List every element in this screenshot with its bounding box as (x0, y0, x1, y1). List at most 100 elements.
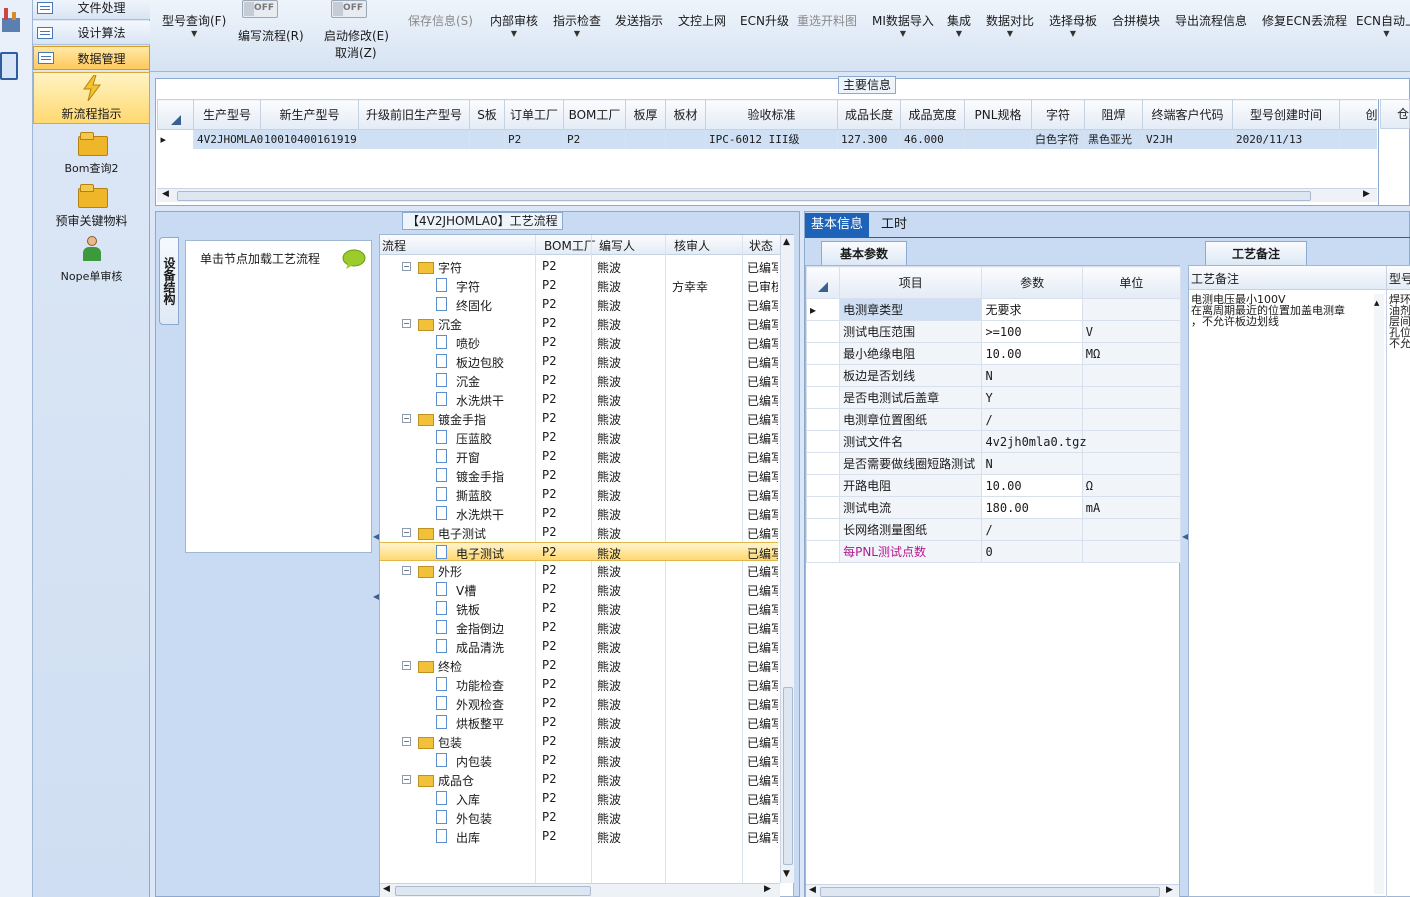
main-info-col-header[interactable]: 终端客户代码 (1142, 99, 1233, 130)
main-info-cell[interactable]: 黑色亚光 (1084, 129, 1143, 149)
param-row[interactable]: 最小绝缘电阻 10.00 MΩ (805, 342, 1182, 365)
main-info-col-header[interactable]: 成品宽度 (900, 99, 965, 130)
tree-group-row[interactable]: − 沉金 P2 熊波 已编写 (380, 314, 780, 333)
write-flow-toggle[interactable]: OFF (242, 0, 278, 18)
main-info-cell[interactable] (665, 129, 706, 149)
tree-leaf-row[interactable]: 压蓝胶 P2 熊波 已编写 (380, 428, 780, 447)
tree-group-row[interactable]: − 成品仓 P2 熊波 已编写 (380, 770, 780, 789)
main-info-cell[interactable] (964, 129, 1032, 149)
ecn-auto-button[interactable]: ECN自动上▼ (1356, 12, 1410, 39)
collapse-icon[interactable]: − (402, 661, 411, 670)
tree-leaf-row[interactable]: 功能检查 P2 熊波 已编写 (380, 675, 780, 694)
main-info-col-header[interactable]: 生产型号 (193, 99, 261, 130)
data-compare-button[interactable]: 数据对比 ▼ (986, 12, 1034, 39)
param-value[interactable]: 0 (981, 540, 1083, 563)
merge-module-button[interactable]: 合拼模块 (1112, 12, 1160, 29)
export-flow-button[interactable]: 导出流程信息 (1175, 12, 1247, 29)
start-modify-toggle[interactable]: OFF (331, 0, 367, 18)
tree-group-row[interactable]: − 电子测试 P2 熊波 已编写 (380, 523, 780, 542)
main-info-cell[interactable]: 白色字符 (1031, 129, 1085, 149)
row-selector-header[interactable] (157, 99, 194, 130)
tree-leaf-row[interactable]: 水洗烘干 P2 熊波 已编写 (380, 390, 780, 409)
param-value[interactable]: 10.00 (981, 342, 1083, 365)
main-info-col-header[interactable]: 字符 (1031, 99, 1085, 130)
nav-tab-data-management[interactable]: 数据管理 (33, 46, 150, 70)
scroll-left-icon[interactable]: ◀ (383, 884, 390, 894)
main-info-col-header[interactable]: 订单工厂 (504, 99, 564, 130)
main-info-cell[interactable]: 10010400161919 (260, 129, 359, 149)
nav-tab-file[interactable]: 文件处理 (33, 0, 150, 20)
main-info-cell[interactable]: P2 (504, 129, 564, 149)
tree-leaf-row[interactable]: 开窗 P2 熊波 已编写 (380, 447, 780, 466)
main-info-cell[interactable]: P2 (563, 129, 626, 149)
tree-leaf-row[interactable]: 成品清洗 P2 熊波 已编写 (380, 637, 780, 656)
table-row[interactable]: ▸ 4V2JHOMLA0 10010400161919 P2 P2 IPC-6012 I… (157, 129, 1377, 149)
param-row[interactable]: 测试电压范围 >=100 V (805, 320, 1182, 343)
notes-vscrollbar[interactable]: ▲ (1374, 294, 1384, 894)
collapse-icon[interactable]: − (402, 737, 411, 746)
tree-leaf-row[interactable]: 内包装 P2 熊波 已编写 (380, 751, 780, 770)
main-info-cell[interactable]: 46.000 (900, 129, 965, 149)
save-info-button[interactable]: 保存信息(S) (408, 12, 473, 29)
tree-leaf-row[interactable]: 烘板整平 P2 熊波 已编写 (380, 713, 780, 732)
tree-leaf-row[interactable]: 外包装 P2 熊波 已编写 (380, 808, 780, 827)
param-value[interactable]: 10.00 (981, 474, 1083, 497)
tab-basic-info[interactable]: 基本信息 (805, 213, 870, 237)
scroll-left-icon[interactable]: ◀ (162, 189, 169, 199)
select-master-button[interactable]: 选择母板 ▼ (1049, 12, 1097, 39)
param-value[interactable]: / (981, 408, 1083, 431)
main-info-cell[interactable] (469, 129, 505, 149)
param-row[interactable]: 电测章位置图纸 / (805, 408, 1182, 431)
row-selector-header[interactable] (805, 266, 841, 299)
main-info-col-header[interactable]: S板 (469, 99, 505, 130)
device-icon[interactable] (0, 52, 18, 80)
scroll-up-icon[interactable]: ▲ (783, 237, 790, 247)
param-row[interactable]: ▸ 电测章类型 无要求 (805, 298, 1182, 321)
tree-group-row[interactable]: − 终检 P2 熊波 已编写 (380, 656, 780, 675)
tab-equipment-structure[interactable]: 设备结构 (159, 237, 179, 325)
tree-leaf-row[interactable]: 金指倒边 P2 熊波 已编写 (380, 618, 780, 637)
tree-group-row[interactable]: − 包装 P2 熊波 已编写 (380, 732, 780, 751)
collapse-icon[interactable]: − (402, 528, 411, 537)
main-info-col-header[interactable]: 升级前旧生产型号 (358, 99, 470, 130)
process-note-text[interactable]: 电测电压最小100V 在离周期最近的位置加盖电测章 ，不允许板边划线 (1191, 294, 1371, 327)
tree-leaf-row[interactable]: 入库 P2 熊波 已编写 (380, 789, 780, 808)
doc-upload-button[interactable]: 文控上网 (678, 12, 726, 29)
repair-ecn-button[interactable]: 修复ECN丢流程 (1262, 12, 1347, 29)
reselect-cutting-button[interactable]: 重选开料图 (797, 12, 857, 29)
tab-process-notes[interactable]: 工艺备注 (1205, 241, 1308, 265)
tree-leaf-row[interactable]: 出库 P2 熊波 已编写 (380, 827, 780, 846)
param-row[interactable]: 开路电阻 10.00 Ω (805, 474, 1182, 497)
scroll-right-icon[interactable]: ▶ (1363, 189, 1370, 199)
tree-group-row[interactable]: − 外形 P2 熊波 已编写 (380, 561, 780, 580)
nav-item-new-flow[interactable]: 新流程指示 (33, 72, 150, 124)
tree-leaf-row[interactable]: 电子测试 P2 熊波 已编写 (380, 542, 780, 561)
nav-item-bom-query[interactable]: Bom查询2 (33, 132, 150, 178)
tab-basic-params[interactable]: 基本参数 (821, 241, 908, 265)
collapse-icon[interactable]: − (402, 262, 411, 271)
main-info-cell[interactable] (1339, 129, 1377, 149)
nav-tab-algorithm[interactable]: 设计算法 (33, 21, 150, 45)
factory-icon[interactable] (2, 6, 20, 34)
tree-leaf-row[interactable]: 镀金手指 P2 熊波 已编写 (380, 466, 780, 485)
scroll-down-icon[interactable]: ▼ (783, 869, 790, 879)
tree-leaf-row[interactable]: 外观检查 P2 熊波 已编写 (380, 694, 780, 713)
main-info-cell[interactable]: IPC-6012 III级 (705, 129, 838, 149)
tree-leaf-row[interactable]: 水洗烘干 P2 熊波 已编写 (380, 504, 780, 523)
param-value[interactable]: N (981, 364, 1083, 387)
tree-vscrollbar[interactable]: ▲ ▼ (780, 235, 794, 883)
param-row[interactable]: 长网络测量图纸 / (805, 518, 1182, 541)
scroll-right-icon[interactable]: ▶ (764, 884, 771, 894)
param-value[interactable]: N (981, 452, 1083, 475)
param-value[interactable]: 180.00 (981, 496, 1083, 519)
cancel-button[interactable]: 取消(Z) (335, 44, 377, 61)
main-info-cell[interactable]: 127.300 (837, 129, 901, 149)
main-info-col-header[interactable]: 阻焊 (1084, 99, 1143, 130)
send-instruction-button[interactable]: 发送指示 (615, 12, 663, 29)
collapse-icon[interactable]: − (402, 566, 411, 575)
tree-leaf-row[interactable]: 铣板 P2 熊波 已编写 (380, 599, 780, 618)
main-info-col-header[interactable]: 新生产型号 (260, 99, 359, 130)
main-info-col-header[interactable]: PNL规格 (964, 99, 1032, 130)
param-value[interactable]: Y (981, 386, 1083, 409)
param-row[interactable]: 是否需要做线圈短路测试 N (805, 452, 1182, 475)
